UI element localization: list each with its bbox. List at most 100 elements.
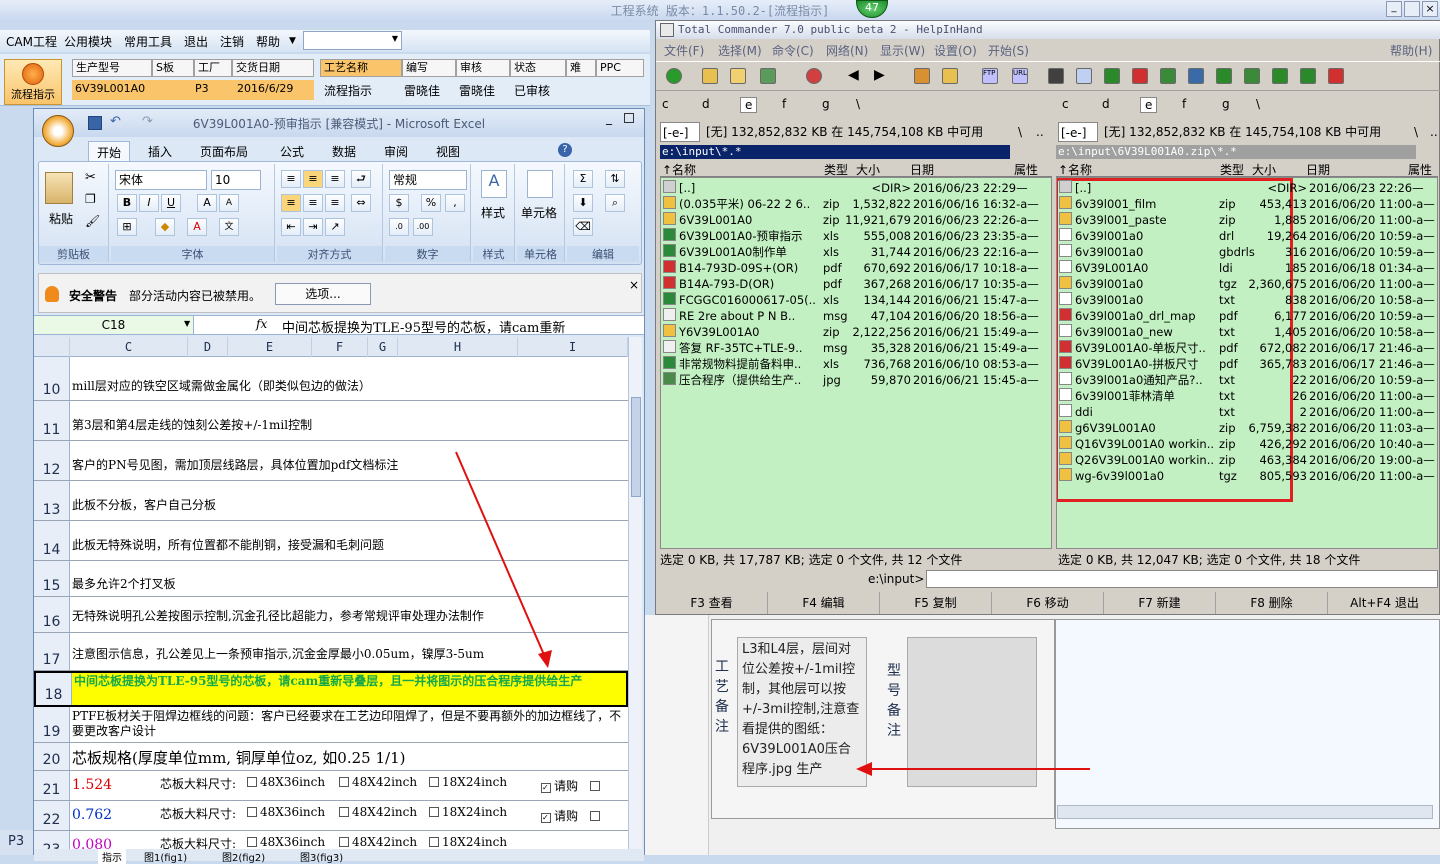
excel-icon[interactable] xyxy=(1160,68,1176,84)
col-type[interactable]: 类型 xyxy=(1220,161,1244,178)
menu-help[interactable]: 帮助 xyxy=(256,33,280,50)
file-row[interactable]: 6v39l001a0 gbdrls 316 2016/06/20 10:59-a— xyxy=(1057,244,1437,260)
row-number[interactable]: 13 xyxy=(34,481,70,520)
save-icon[interactable] xyxy=(88,116,102,130)
file-row[interactable]: 6V39L001A0-单板尺寸.. pdf 672,082 2016/06/17 21… xyxy=(1057,340,1437,356)
cell-text[interactable]: 1.524 xyxy=(72,777,112,793)
back-icon[interactable]: ◀ xyxy=(848,68,864,84)
column-header[interactable]: E xyxy=(228,337,312,357)
cell-text[interactable]: 注意图示信息，孔公差见上一条预审指示,沉金金厚最小0.05um，镍厚3-5um xyxy=(72,645,484,662)
col-attr[interactable]: 属性 xyxy=(1014,161,1038,178)
tc-menu-settings[interactable]: 设置(O) xyxy=(934,42,977,59)
cell-text[interactable]: 最多允许2个打叉板 xyxy=(72,575,176,592)
italic-button[interactable]: I xyxy=(139,194,159,212)
f6-move-button[interactable]: F6 移动 xyxy=(992,592,1104,614)
decrease-decimal-icon[interactable]: .00 xyxy=(413,218,433,236)
maximize-icon[interactable] xyxy=(1404,1,1420,17)
drive-root[interactable]: \ xyxy=(1256,97,1260,111)
file-row[interactable]: 压合程序（提供给生产.. jpg 59,870 2016/06/21 15:45-a— xyxy=(661,372,1051,388)
file-row[interactable]: 6v39l001a0 txt 838 2016/06/20 10:58-a— xyxy=(1057,292,1437,308)
file-row[interactable]: wg-6v39l001a0 tgz 805,593 2016/06/20 11:00-… xyxy=(1057,468,1437,484)
size-option[interactable]: 48X42inch xyxy=(336,805,417,819)
cut-icon[interactable]: ✂ xyxy=(85,170,96,185)
cell-text[interactable]: 第3层和第4层走线的蚀刻公差按+/-1mil控制 xyxy=(72,416,312,433)
row-number[interactable]: 23 xyxy=(34,831,70,849)
forward-icon[interactable]: ▶ xyxy=(874,68,890,84)
fx-icon[interactable]: fx xyxy=(256,317,267,331)
align-bottom-icon[interactable]: ≡ xyxy=(325,170,345,188)
column-header[interactable]: I xyxy=(518,337,628,357)
select-all-corner[interactable] xyxy=(34,337,70,357)
drive-f[interactable]: f xyxy=(1182,97,1186,111)
grid-cell[interactable]: 6V39L001A0 xyxy=(72,80,192,100)
grid-cell[interactable]: 2016/6/29 xyxy=(234,80,314,100)
phonetic-icon[interactable]: 文 xyxy=(219,218,239,236)
menu-cam[interactable]: CAM工程 xyxy=(6,33,57,50)
shrink-font-button[interactable]: A xyxy=(219,194,239,212)
f5-copy-button[interactable]: F5 复制 xyxy=(880,592,992,614)
tab-review[interactable]: 审阅 xyxy=(384,143,408,160)
file-row[interactable]: 6v39l001a0_new txt 1,405 2016/06/20 10:58-a… xyxy=(1057,324,1437,340)
column-header[interactable]: H xyxy=(398,337,518,357)
decrease-indent-icon[interactable]: ⇤ xyxy=(281,218,301,236)
cell-text[interactable]: PTFE板材关于阻焊边框线的问题：客户已经要求在工艺边印阻焊了，但是不要再额外的… xyxy=(72,709,624,739)
cell-text[interactable]: 客户的PN号见图，需加顶层线路层，具体位置加pdf文档标注 xyxy=(72,456,398,473)
col-size[interactable]: 大小 xyxy=(1252,161,1276,178)
tab-data[interactable]: 数据 xyxy=(332,143,356,160)
up-button[interactable]: .. xyxy=(1036,122,1044,142)
file-row[interactable]: Y6V39L001A0 zip 2,122,256 2016/06/21 15:49-… xyxy=(661,324,1051,340)
checkbox-checked[interactable]: ✓ xyxy=(541,813,551,823)
formula-input[interactable]: 中间芯板提换为TLE-95型号的芯板，请cam重新 xyxy=(282,317,565,336)
sheet-tab[interactable]: 指示 xyxy=(98,849,126,864)
paste-label[interactable]: 粘贴 xyxy=(49,210,73,227)
styles-label[interactable]: 样式 xyxy=(481,204,505,221)
sheet-tab[interactable]: 图2(fig2) xyxy=(222,849,265,864)
drive-d[interactable]: d xyxy=(1102,97,1110,111)
sync-icon[interactable] xyxy=(1244,68,1260,84)
tab-formulas[interactable]: 公式 xyxy=(280,143,304,160)
cell-text[interactable]: 此板无特殊说明，所有位置都不能削铜，接受漏和毛刺问题 xyxy=(72,536,384,553)
sheet-tab[interactable]: 图1(fig1) xyxy=(144,849,187,864)
file-row[interactable]: Q16V39L001A0 workin.. zip 426,292 2016/06/2… xyxy=(1057,436,1437,452)
pdf-icon[interactable] xyxy=(1328,68,1344,84)
wrap-text-icon[interactable]: ⮐ xyxy=(351,170,371,188)
size-option[interactable]: 48X42inch xyxy=(336,835,417,849)
minimize-icon[interactable]: _ xyxy=(606,111,612,125)
buy-option[interactable]: ✓ 请购 xyxy=(538,777,603,794)
cmd-input[interactable] xyxy=(926,570,1438,588)
grid-cell[interactable]: 流程指示 xyxy=(324,82,372,99)
scroll-thumb[interactable] xyxy=(631,397,641,497)
col-date[interactable]: 日期 xyxy=(910,161,934,178)
styles-icon[interactable]: A xyxy=(481,170,507,198)
tc-menu-start[interactable]: 开始(S) xyxy=(988,42,1029,59)
col-attr[interactable]: 属性 xyxy=(1408,161,1432,178)
size-option[interactable]: 48X36inch xyxy=(244,775,325,789)
close-icon[interactable]: × xyxy=(629,278,639,292)
drive-g[interactable]: g xyxy=(1222,97,1230,111)
file-row[interactable]: 非常规物料提前备料申.. xls 736,768 2016/06/10 08:53-a… xyxy=(661,356,1051,372)
file-row[interactable]: 6v39l001a0 tgz 2,360,675 2016/06/20 11:00-a… xyxy=(1057,276,1437,292)
clear-icon[interactable]: ⌫ xyxy=(573,218,593,236)
checkbox[interactable] xyxy=(339,807,349,817)
thumbnails-icon[interactable] xyxy=(760,68,776,84)
cam-combo[interactable]: ▼ xyxy=(303,31,402,50)
comma-icon[interactable]: , xyxy=(445,194,465,212)
fill-icon[interactable]: ⬇ xyxy=(573,194,593,212)
menu-exit[interactable]: 退出 xyxy=(184,33,208,50)
size-option[interactable]: 48X36inch xyxy=(244,835,325,849)
sort-filter-icon[interactable]: ⇅ xyxy=(605,170,625,188)
file-row[interactable]: g6V39L001A0 zip 6,759,382 2016/06/20 11:03-… xyxy=(1057,420,1437,436)
ftp-icon[interactable]: FTP xyxy=(982,68,998,84)
menu-logout[interactable]: 注销 xyxy=(220,33,244,50)
sheet-tab[interactable]: 图3(fig3) xyxy=(300,849,343,864)
url-icon[interactable]: URL xyxy=(1012,68,1028,84)
menu-common-module[interactable]: 公用模块 xyxy=(64,33,112,50)
copy-icon[interactable]: ❐ xyxy=(85,192,96,206)
checkbox[interactable] xyxy=(339,777,349,787)
drive-selector[interactable]: [-e-] xyxy=(660,122,700,142)
root-button[interactable]: \ xyxy=(1018,122,1022,142)
row-number[interactable]: 16 xyxy=(34,597,70,632)
row-number[interactable]: 12 xyxy=(34,441,70,480)
file-row[interactable]: (0.035平米) 06-22 2 6.. zip 1,532,822 2016/06… xyxy=(661,196,1051,212)
size-option[interactable]: 48X36inch xyxy=(244,805,325,819)
